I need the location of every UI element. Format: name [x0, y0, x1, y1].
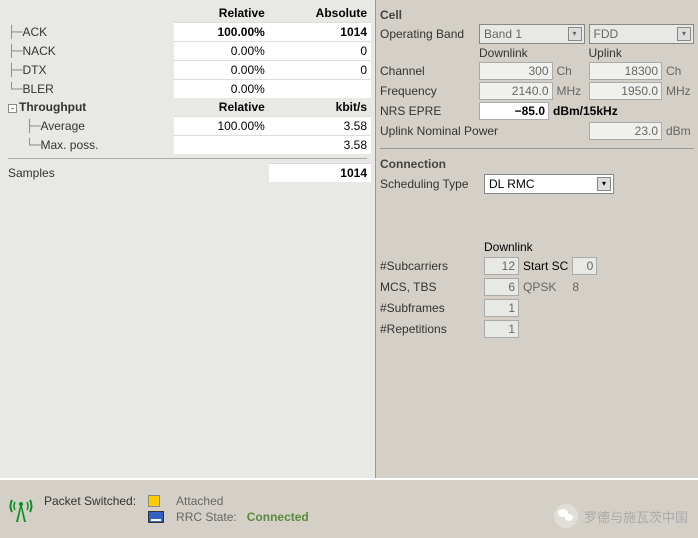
tbs-value: 8 — [572, 280, 579, 294]
col-absolute: Absolute — [269, 4, 371, 23]
tp-col-relative: Relative — [174, 98, 269, 117]
dtx-absolute: 0 — [269, 61, 371, 80]
mcs-tbs-label: MCS, TBS — [380, 280, 480, 294]
status-bar: Packet Switched: Attached RRC State: Con… — [0, 478, 698, 538]
nrs-epre-input[interactable]: −85.0 — [479, 102, 549, 120]
operating-band-select[interactable]: Band 1▾ — [479, 24, 585, 44]
cell-title: Cell — [380, 8, 694, 22]
samples-label: Samples — [8, 166, 55, 180]
ps-status-value: Attached — [176, 494, 309, 508]
throughput-label: Throughput — [19, 100, 86, 114]
frequency-ul-input[interactable]: 1950.0 — [589, 82, 663, 100]
measurement-tree: Relative Absolute ├─ACK 100.00% 1014 ├─N… — [4, 4, 371, 182]
conn-downlink-header: Downlink — [484, 240, 533, 254]
chevron-down-icon: ▾ — [597, 177, 611, 191]
uplink-header: Uplink — [589, 46, 695, 60]
subframes-input[interactable] — [484, 299, 519, 317]
scheduling-type-select[interactable]: DL RMC▾ — [484, 174, 614, 194]
col-relative: Relative — [174, 4, 269, 23]
row-nack-label: NACK — [22, 44, 55, 58]
nack-absolute: 0 — [269, 42, 371, 61]
expand-throughput-icon[interactable]: - — [8, 104, 17, 113]
row-ack-label: ACK — [22, 25, 47, 39]
avg-value: 3.58 — [269, 117, 371, 136]
row-average-label: Average — [40, 119, 84, 133]
avg-relative: 100.00% — [174, 117, 269, 136]
channel-label: Channel — [380, 64, 475, 78]
rrc-state-value: Connected — [247, 510, 309, 524]
mcs-input[interactable] — [484, 278, 519, 296]
ack-relative: 100.00% — [174, 23, 269, 42]
repetitions-label: #Repetitions — [380, 322, 480, 336]
startsc-label: Start SC — [523, 259, 568, 273]
operating-band-label: Operating Band — [380, 27, 475, 41]
ps-status-icon — [148, 495, 160, 507]
row-maxposs-label: Max. poss. — [40, 138, 98, 152]
dtx-relative: 0.00% — [174, 61, 269, 80]
left-panel: Relative Absolute ├─ACK 100.00% 1014 ├─N… — [0, 0, 375, 478]
ul-nominal-power-input[interactable]: 23.0 — [589, 122, 663, 140]
subframes-label: #Subframes — [380, 301, 480, 315]
startsc-input[interactable] — [572, 257, 597, 275]
duplex-mode-select[interactable]: FDD▾ — [589, 24, 695, 44]
samples-value: 1014 — [269, 164, 371, 183]
subcarriers-input[interactable] — [484, 257, 519, 275]
subcarriers-label: #Subcarriers — [380, 259, 480, 273]
repetitions-input[interactable] — [484, 320, 519, 338]
channel-dl-input[interactable]: 300 — [479, 62, 553, 80]
packet-switched-label: Packet Switched: — [44, 494, 136, 508]
downlink-header: Downlink — [479, 46, 585, 60]
connection-title: Connection — [380, 157, 694, 171]
right-panel: Cell Operating Band Band 1▾ FDD▾ Downlin… — [375, 0, 698, 478]
ul-nominal-power-label: Uplink Nominal Power — [380, 124, 585, 138]
chevron-down-icon: ▾ — [568, 27, 582, 41]
chevron-down-icon: ▾ — [677, 27, 691, 41]
rrc-state-label: RRC State: — [176, 510, 237, 524]
tower-icon — [6, 494, 36, 524]
row-bler-label: BLER — [22, 82, 53, 96]
wechat-icon — [554, 504, 578, 528]
modulation-value: QPSK — [523, 280, 556, 294]
bler-relative: 0.00% — [174, 80, 269, 99]
ack-absolute: 1014 — [269, 23, 371, 42]
channel-ul-input[interactable]: 18300 — [589, 62, 663, 80]
row-dtx-label: DTX — [22, 63, 46, 77]
nack-relative: 0.00% — [174, 42, 269, 61]
tp-col-unit: kbit/s — [269, 98, 371, 117]
scheduling-type-label: Scheduling Type — [380, 177, 480, 191]
frequency-dl-input[interactable]: 2140.0 — [479, 82, 553, 100]
nrs-epre-label: NRS EPRE — [380, 104, 475, 118]
wechat-watermark: 罗德与施瓦茨中国 — [554, 504, 688, 528]
maxposs-value: 3.58 — [269, 136, 371, 155]
frequency-label: Frequency — [380, 84, 475, 98]
rrc-icon — [148, 511, 164, 523]
